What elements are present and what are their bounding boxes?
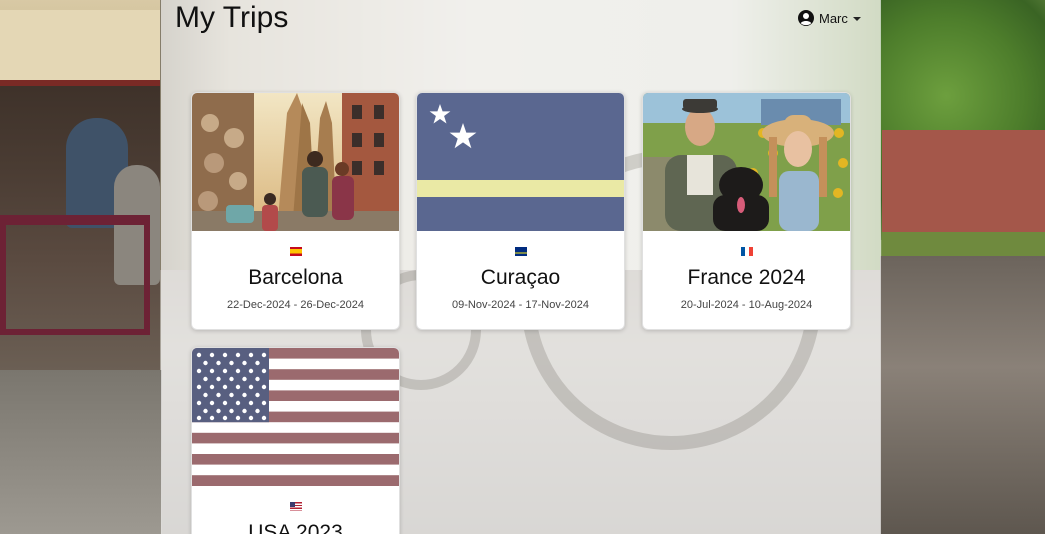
trip-card-usa-2023[interactable]: USA 2023 — [191, 347, 400, 534]
trip-name: Curaçao — [480, 266, 561, 289]
user-name: Marc — [819, 10, 848, 26]
trip-card-barcelona[interactable]: Barcelona 22-Dec-2024 - 26-Dec-2024 — [191, 92, 400, 330]
user-avatar-icon — [798, 10, 814, 26]
trip-card-france-2024[interactable]: France 2024 20-Jul-2024 - 10-Aug-2024 — [642, 92, 851, 330]
france-flag-icon — [740, 247, 753, 256]
trip-image-usa-2023 — [192, 348, 399, 486]
caret-down-icon — [852, 16, 861, 21]
trip-name: Barcelona — [248, 266, 343, 289]
trip-dates: 22-Dec-2024 - 26-Dec-2024 — [227, 299, 364, 311]
trip-image-curacao — [417, 93, 624, 231]
curacao-flag-icon — [514, 247, 527, 256]
user-menu[interactable]: Marc — [798, 8, 861, 28]
trip-card-curacao[interactable]: Curaçao 09-Nov-2024 - 17-Nov-2024 — [416, 92, 625, 330]
trip-name: France 2024 — [687, 266, 806, 289]
usa-flag-icon — [289, 502, 302, 511]
trip-name: USA 2023 — [248, 521, 343, 534]
trip-dates: 20-Jul-2024 - 10-Aug-2024 — [680, 299, 813, 311]
trip-dates: 09-Nov-2024 - 17-Nov-2024 — [452, 299, 589, 311]
trip-image-france-2024 — [643, 93, 850, 231]
spain-flag-icon — [289, 247, 302, 256]
trip-image-barcelona — [192, 93, 399, 231]
page-title: My Trips — [175, 1, 289, 34]
